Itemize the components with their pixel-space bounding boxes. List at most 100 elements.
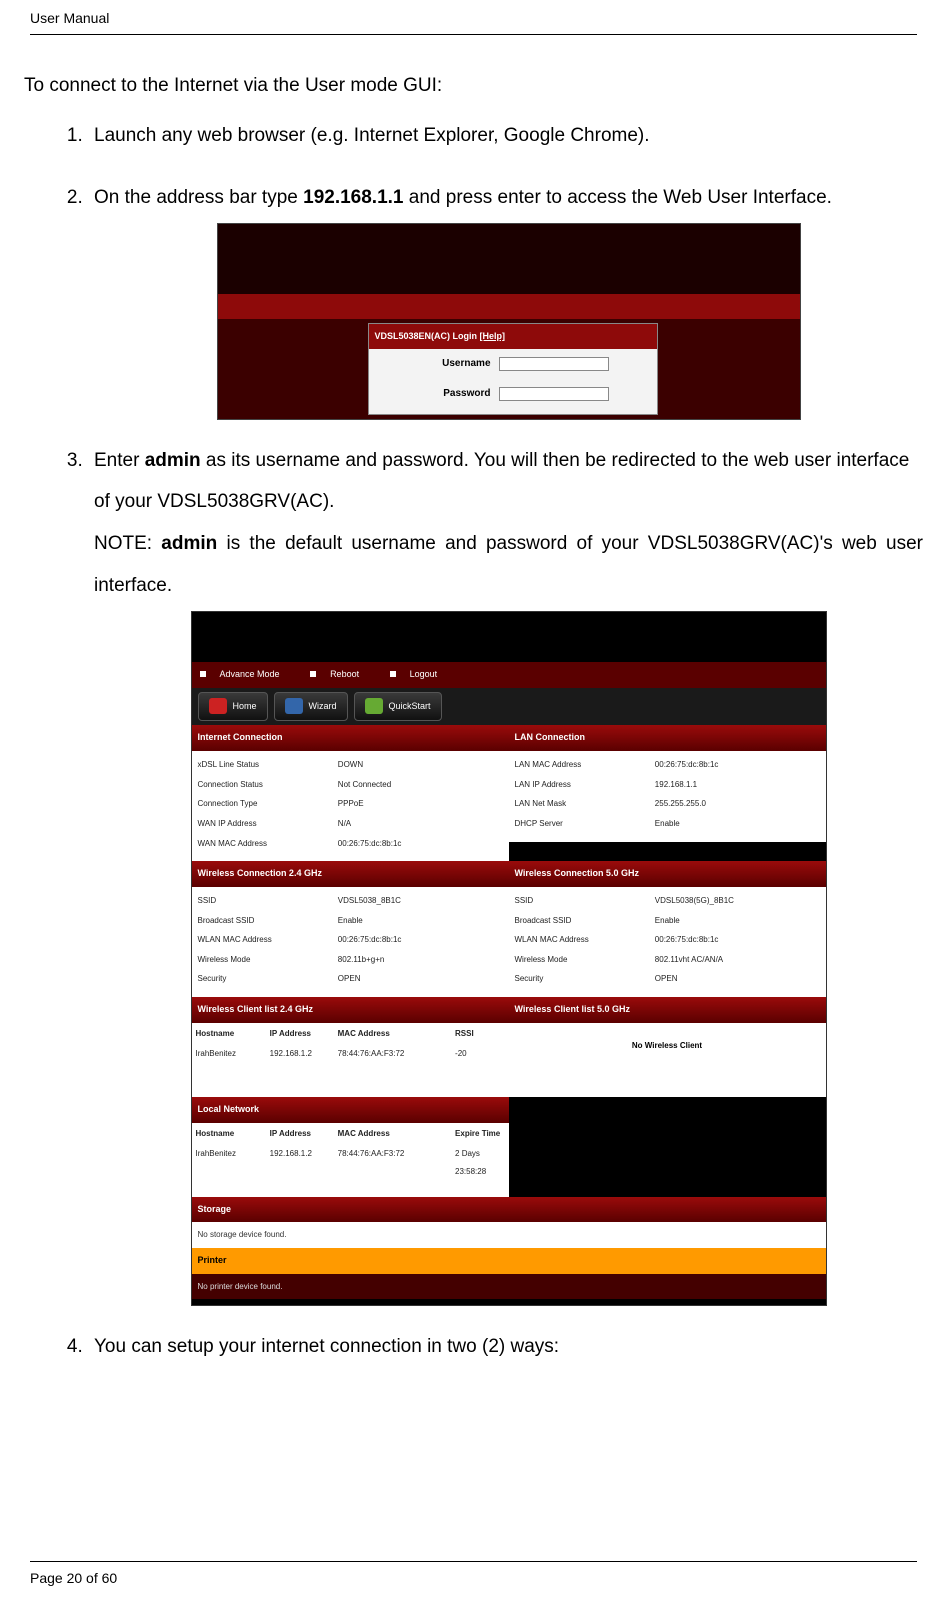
login-title-text: VDSL5038EN(AC) Login <box>375 331 480 341</box>
logout-label: Logout <box>410 669 438 679</box>
lan-panel: LAN Connection LAN MAC Address00:26:75:d… <box>509 725 826 861</box>
cl24-thead: Hostname IP Address MAC Address RSSI <box>192 1023 509 1045</box>
kv-val: 255.255.255.0 <box>655 795 820 813</box>
header-rule <box>30 34 917 35</box>
reboot-label: Reboot <box>330 669 359 679</box>
kv-row: Wireless Mode802.11vht AC/AN/A <box>515 950 820 970</box>
kv-row: WAN MAC Address00:26:75:dc:8b:1c <box>198 834 503 854</box>
kv-row: WLAN MAC Address00:26:75:dc:8b:1c <box>198 930 503 950</box>
square-icon <box>390 671 396 677</box>
row-clients: Wireless Client list 2.4 GHz Hostname IP… <box>192 997 826 1097</box>
kv-val: DOWN <box>338 756 503 774</box>
kv-row: Broadcast SSIDEnable <box>515 911 820 931</box>
th-hostname: Hostname <box>196 1025 270 1043</box>
step-3-a: Enter <box>94 450 145 471</box>
kv-val: Not Connected <box>338 776 503 794</box>
kv-val: 192.168.1.1 <box>655 776 820 794</box>
kv-key: WAN MAC Address <box>198 835 338 853</box>
cl24-body: Hostname IP Address MAC Address RSSI Ira… <box>192 1023 509 1097</box>
cl50-body: No Wireless Client <box>509 1023 826 1097</box>
footer-b: of 60 <box>82 1570 117 1586</box>
kv-val: N/A <box>338 815 503 833</box>
cl24-panel: Wireless Client list 2.4 GHz Hostname IP… <box>192 997 509 1097</box>
quickstart-icon <box>365 698 383 714</box>
footer-page: 20 <box>67 1570 83 1586</box>
dash-topbar: Advance Mode Reboot Logout <box>192 662 826 688</box>
note-a: NOTE: <box>94 533 161 554</box>
note-b: is the default username and password of … <box>94 533 923 596</box>
advance-mode-link[interactable]: Advance Mode <box>200 669 294 679</box>
kv-key: Security <box>515 970 655 988</box>
step-3: Enter admin as its username and password… <box>88 440 923 1307</box>
td-hostname: IrahBenitez <box>196 1145 270 1180</box>
kv-key: LAN IP Address <box>515 776 655 794</box>
w50-hdr: Wireless Connection 5.0 GHz <box>509 861 826 887</box>
kv-val: Enable <box>338 912 503 930</box>
storage-panel: Storage No storage device found. <box>192 1197 826 1248</box>
th-hostname: Hostname <box>196 1125 270 1143</box>
kv-val: OPEN <box>655 970 820 988</box>
kv-row: xDSL Line StatusDOWN <box>198 755 503 775</box>
username-input[interactable] <box>499 357 609 371</box>
w50-panel: Wireless Connection 5.0 GHz SSIDVDSL5038… <box>509 861 826 997</box>
tab-quickstart-label: QuickStart <box>389 697 431 717</box>
tab-wizard[interactable]: Wizard <box>274 692 348 722</box>
step-2: On the address bar type 192.168.1.1 and … <box>88 177 923 420</box>
footer-a: Page <box>30 1570 67 1586</box>
ln-row: IrahBenitez 192.168.1.2 78:44:76:AA:F3:7… <box>192 1144 509 1181</box>
kv-key: Wireless Mode <box>515 951 655 969</box>
logout-link[interactable]: Logout <box>390 669 452 679</box>
tab-home-label: Home <box>233 697 257 717</box>
step-3-note: NOTE: admin is the default username and … <box>94 523 923 607</box>
td-hostname: IrahBenitez <box>196 1045 270 1063</box>
login-panel-title: VDSL5038EN(AC) Login [Help] <box>369 324 657 350</box>
password-label: Password <box>379 383 499 405</box>
lan-body: LAN MAC Address00:26:75:dc:8b:1c LAN IP … <box>509 751 826 841</box>
doc-header: User Manual <box>0 10 947 34</box>
row-local: Local Network Hostname IP Address MAC Ad… <box>192 1097 826 1197</box>
tab-home[interactable]: Home <box>198 692 268 722</box>
step-1: Launch any web browser (e.g. Internet Ex… <box>88 115 923 157</box>
dashboard-screenshot: Advance Mode Reboot Logout Home Wizard Q… <box>191 611 827 1307</box>
login-btn-row: Login <box>369 413 657 419</box>
kv-key: Security <box>198 970 338 988</box>
empty-panel <box>509 1097 826 1187</box>
kv-val: 802.11vht AC/AN/A <box>655 951 820 969</box>
login-help-link[interactable]: [Help] <box>480 331 506 341</box>
kv-key: Wireless Mode <box>198 951 338 969</box>
username-row: Username <box>369 349 657 379</box>
password-input[interactable] <box>499 387 609 401</box>
step-4: You can setup your internet connection i… <box>88 1326 923 1368</box>
kv-key: SSID <box>515 892 655 910</box>
kv-row: SSIDVDSL5038(5G)_8B1C <box>515 891 820 911</box>
nav-tabs: Home Wizard QuickStart <box>192 688 826 726</box>
tab-quickstart[interactable]: QuickStart <box>354 692 442 722</box>
kv-row: LAN Net Mask255.255.255.0 <box>515 794 820 814</box>
reboot-link[interactable]: Reboot <box>310 669 373 679</box>
kv-val: 00:26:75:dc:8b:1c <box>338 835 503 853</box>
td-mac: 78:44:76:AA:F3:72 <box>338 1045 455 1063</box>
figure-dashboard: Advance Mode Reboot Logout Home Wizard Q… <box>94 611 923 1307</box>
password-row: Password <box>369 379 657 409</box>
kv-row: LAN IP Address192.168.1.1 <box>515 775 820 795</box>
w50-body: SSIDVDSL5038(5G)_8B1C Broadcast SSIDEnab… <box>509 887 826 997</box>
td-mac: 78:44:76:AA:F3:72 <box>338 1145 455 1180</box>
cl24-row: IrahBenitez 192.168.1.2 78:44:76:AA:F3:7… <box>192 1044 509 1064</box>
step-2-b: and press enter to access the Web User I… <box>404 187 832 208</box>
figure-login: VDSL5038EN(AC) Login [Help] Username Pas… <box>94 223 923 420</box>
printer-panel: Printer No printer device found. <box>192 1248 826 1299</box>
content: To connect to the Internet via the User … <box>0 75 947 1368</box>
advance-mode-label: Advance Mode <box>220 669 280 679</box>
step-1-text: Launch any web browser (e.g. Internet Ex… <box>94 125 650 146</box>
kv-row: SecurityOPEN <box>198 969 503 989</box>
w24-panel: Wireless Connection 2.4 GHz SSIDVDSL5038… <box>192 861 509 997</box>
kv-val: VDSL5038(5G)_8B1C <box>655 892 820 910</box>
kv-key: xDSL Line Status <box>198 756 338 774</box>
kv-row: SSIDVDSL5038_8B1C <box>198 891 503 911</box>
kv-val: 00:26:75:dc:8b:1c <box>655 931 820 949</box>
footer-rule <box>30 1561 917 1562</box>
kv-val: Enable <box>655 912 820 930</box>
login-panel: VDSL5038EN(AC) Login [Help] Username Pas… <box>368 323 658 415</box>
internet-body: xDSL Line StatusDOWN Connection StatusNo… <box>192 751 509 861</box>
intro-text: To connect to the Internet via the User … <box>24 75 923 97</box>
